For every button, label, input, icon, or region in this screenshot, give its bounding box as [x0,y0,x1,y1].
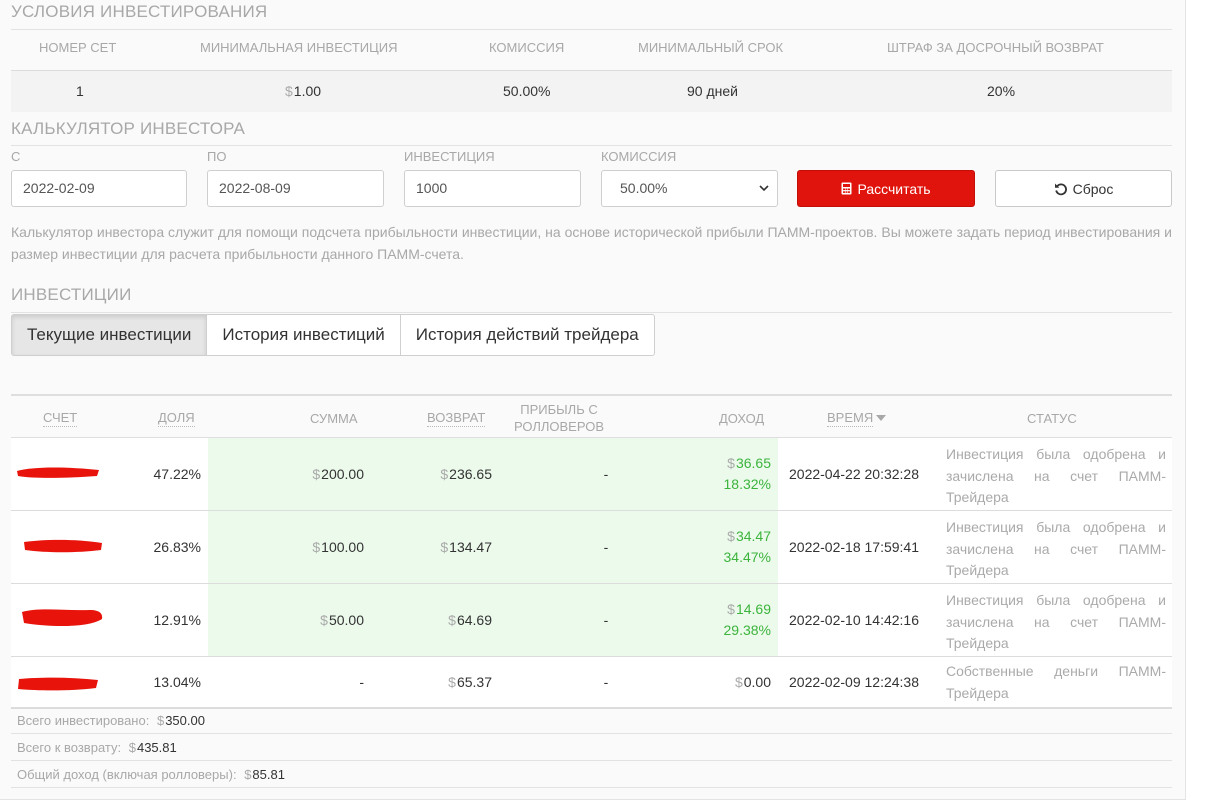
table-row: 47.22% $200.00 $236.65 - $36.65 18.32% 2… [11,438,1172,511]
total-invested: Всего инвестировано: $350.00 [11,708,1172,734]
calculator-icon [841,182,852,195]
calculate-button[interactable]: Рассчитать [797,170,975,207]
tab-current-investments[interactable]: Текущие инвестиции [11,314,208,356]
conditions-title: УСЛОВИЯ ИНВЕСТИРОВАНИЯ [11,2,268,21]
to-label: ПО [207,149,227,164]
col-income: ДОХОД [719,410,765,426]
income: $36.65 18.32% [723,455,771,492]
col-time[interactable]: ВРЕМЯ [827,396,887,440]
time: 2022-04-22 20:32:28 [789,466,919,482]
share: 12.91% [153,612,201,628]
chevron-down-icon [759,185,769,192]
investments-table: СЧЕТ ДОЛЯ СУММА ВОЗВРАТ ПРИБЫЛЬ С РОЛЛОВ… [11,394,1172,709]
tab-investment-history[interactable]: История инвестиций [206,314,401,356]
col-return[interactable]: ВОЗВРАТ [427,396,486,440]
from-label: С [11,149,21,164]
col-share[interactable]: ДОЛЯ [158,396,195,440]
total-income: Общий доход (включая ролловеры): $85.81 [11,762,1172,788]
col-min-investment: МИНИМАЛЬНАЯ ИНВЕСТИЦИЯ [200,40,398,55]
table-row: 26.83% $100.00 $134.47 - $34.47 34.47% 2… [11,511,1172,584]
reset-button[interactable]: Сброс [995,170,1172,207]
rollover-profit: - [603,674,609,690]
income: $14.69 29.38% [723,601,771,638]
commission-label: КОМИССИЯ [601,149,677,164]
divider [11,145,1172,146]
sum: $50.00 [320,612,364,628]
rollover-profit: - [603,466,609,482]
commission-value: 50.00% [503,83,551,99]
col-sum: СУММА [310,410,358,426]
investment-label: ИНВЕСТИЦИЯ [404,149,495,164]
col-set-number: НОМЕР СЕТ [39,40,117,55]
redacted-account [17,467,99,478]
time: 2022-02-10 14:42:16 [789,612,919,628]
commission-select[interactable]: 50.00% [601,170,778,207]
col-account[interactable]: СЧЕТ [43,396,78,440]
divider [11,29,1172,30]
divider [11,312,1172,313]
commission-select-value: 50.00% [620,180,668,196]
redacted-account [18,677,98,691]
investment-input[interactable]: 1000 [404,170,581,207]
set-number: 1 [76,83,84,99]
min-investment: $1.00 [285,83,322,99]
sum: $100.00 [312,539,364,555]
status-text: Инвестиция была одобрена и зачислена на … [946,519,1166,578]
total-to-return: Всего к возврату: $435.81 [11,735,1172,761]
time: 2022-02-09 12:24:38 [789,674,919,690]
return: $64.69 [448,612,492,628]
col-rollover-profit: ПРИБЫЛЬ С РОЛЛОВЕРОВ [513,402,605,434]
tab-trader-actions-history[interactable]: История действий трейдера [399,314,655,356]
rollover-profit: - [603,612,609,628]
income: $34.47 34.47% [723,528,771,565]
redacted-account [22,609,103,627]
calculator-description: Калькулятор инвестора служит для помощи … [11,224,1172,262]
sum: - [359,674,364,690]
sum: $200.00 [312,466,364,482]
time: 2022-02-18 17:59:41 [789,539,919,555]
redacted-account [24,539,102,553]
col-status: СТАТУС [1027,410,1077,426]
status-text: Инвестиция была одобрена и зачислена на … [946,592,1166,651]
sort-desc-icon [876,415,887,421]
reset-label: Сброс [1072,180,1114,197]
status-text: Инвестиция была одобрена и зачислена на … [946,446,1166,505]
rollover-profit: - [603,539,609,555]
calculate-label: Рассчитать [857,180,931,197]
calculator-title: КАЛЬКУЛЯТОР ИНВЕСТОРА [11,119,246,138]
col-penalty: ШТРАФ ЗА ДОСРОЧНЫЙ ВОЗВРАТ [887,40,1104,55]
table-row: 12.91% $50.00 $64.69 - $14.69 29.38% 202… [11,584,1172,657]
date-to-input[interactable]: 2022-08-09 [207,170,384,207]
table-row: 13.04% - $65.37 - $0.00 2022-02-09 12:24… [11,657,1172,709]
penalty-value: 20% [987,83,1016,99]
investment-tabs: Текущие инвестиции История инвестиций Ис… [11,314,655,356]
undo-icon [1054,183,1067,195]
return: $236.65 [440,466,492,482]
page: УСЛОВИЯ ИНВЕСТИРОВАНИЯ НОМЕР СЕТ МИНИМАЛ… [0,0,1186,800]
min-term-value: 90 дней [687,83,738,99]
col-commission: КОМИССИЯ [489,40,565,55]
share: 13.04% [153,674,201,690]
investments-title: ИНВЕСТИЦИИ [11,285,132,304]
table-header: СЧЕТ ДОЛЯ СУММА ВОЗВРАТ ПРИБЫЛЬ С РОЛЛОВ… [11,394,1172,438]
date-from-input[interactable]: 2022-02-09 [11,170,187,207]
return: $134.47 [440,539,492,555]
return: $65.37 [448,674,492,690]
status-text: Собственные деньги ПАММ-Трейдера [946,663,1166,701]
col-min-term: МИНИМАЛЬНЫЙ СРОК [638,40,784,55]
share: 26.83% [153,539,201,555]
income: $0.00 [734,674,771,690]
dollar-icon: $ [285,83,293,99]
share: 47.22% [153,466,201,482]
